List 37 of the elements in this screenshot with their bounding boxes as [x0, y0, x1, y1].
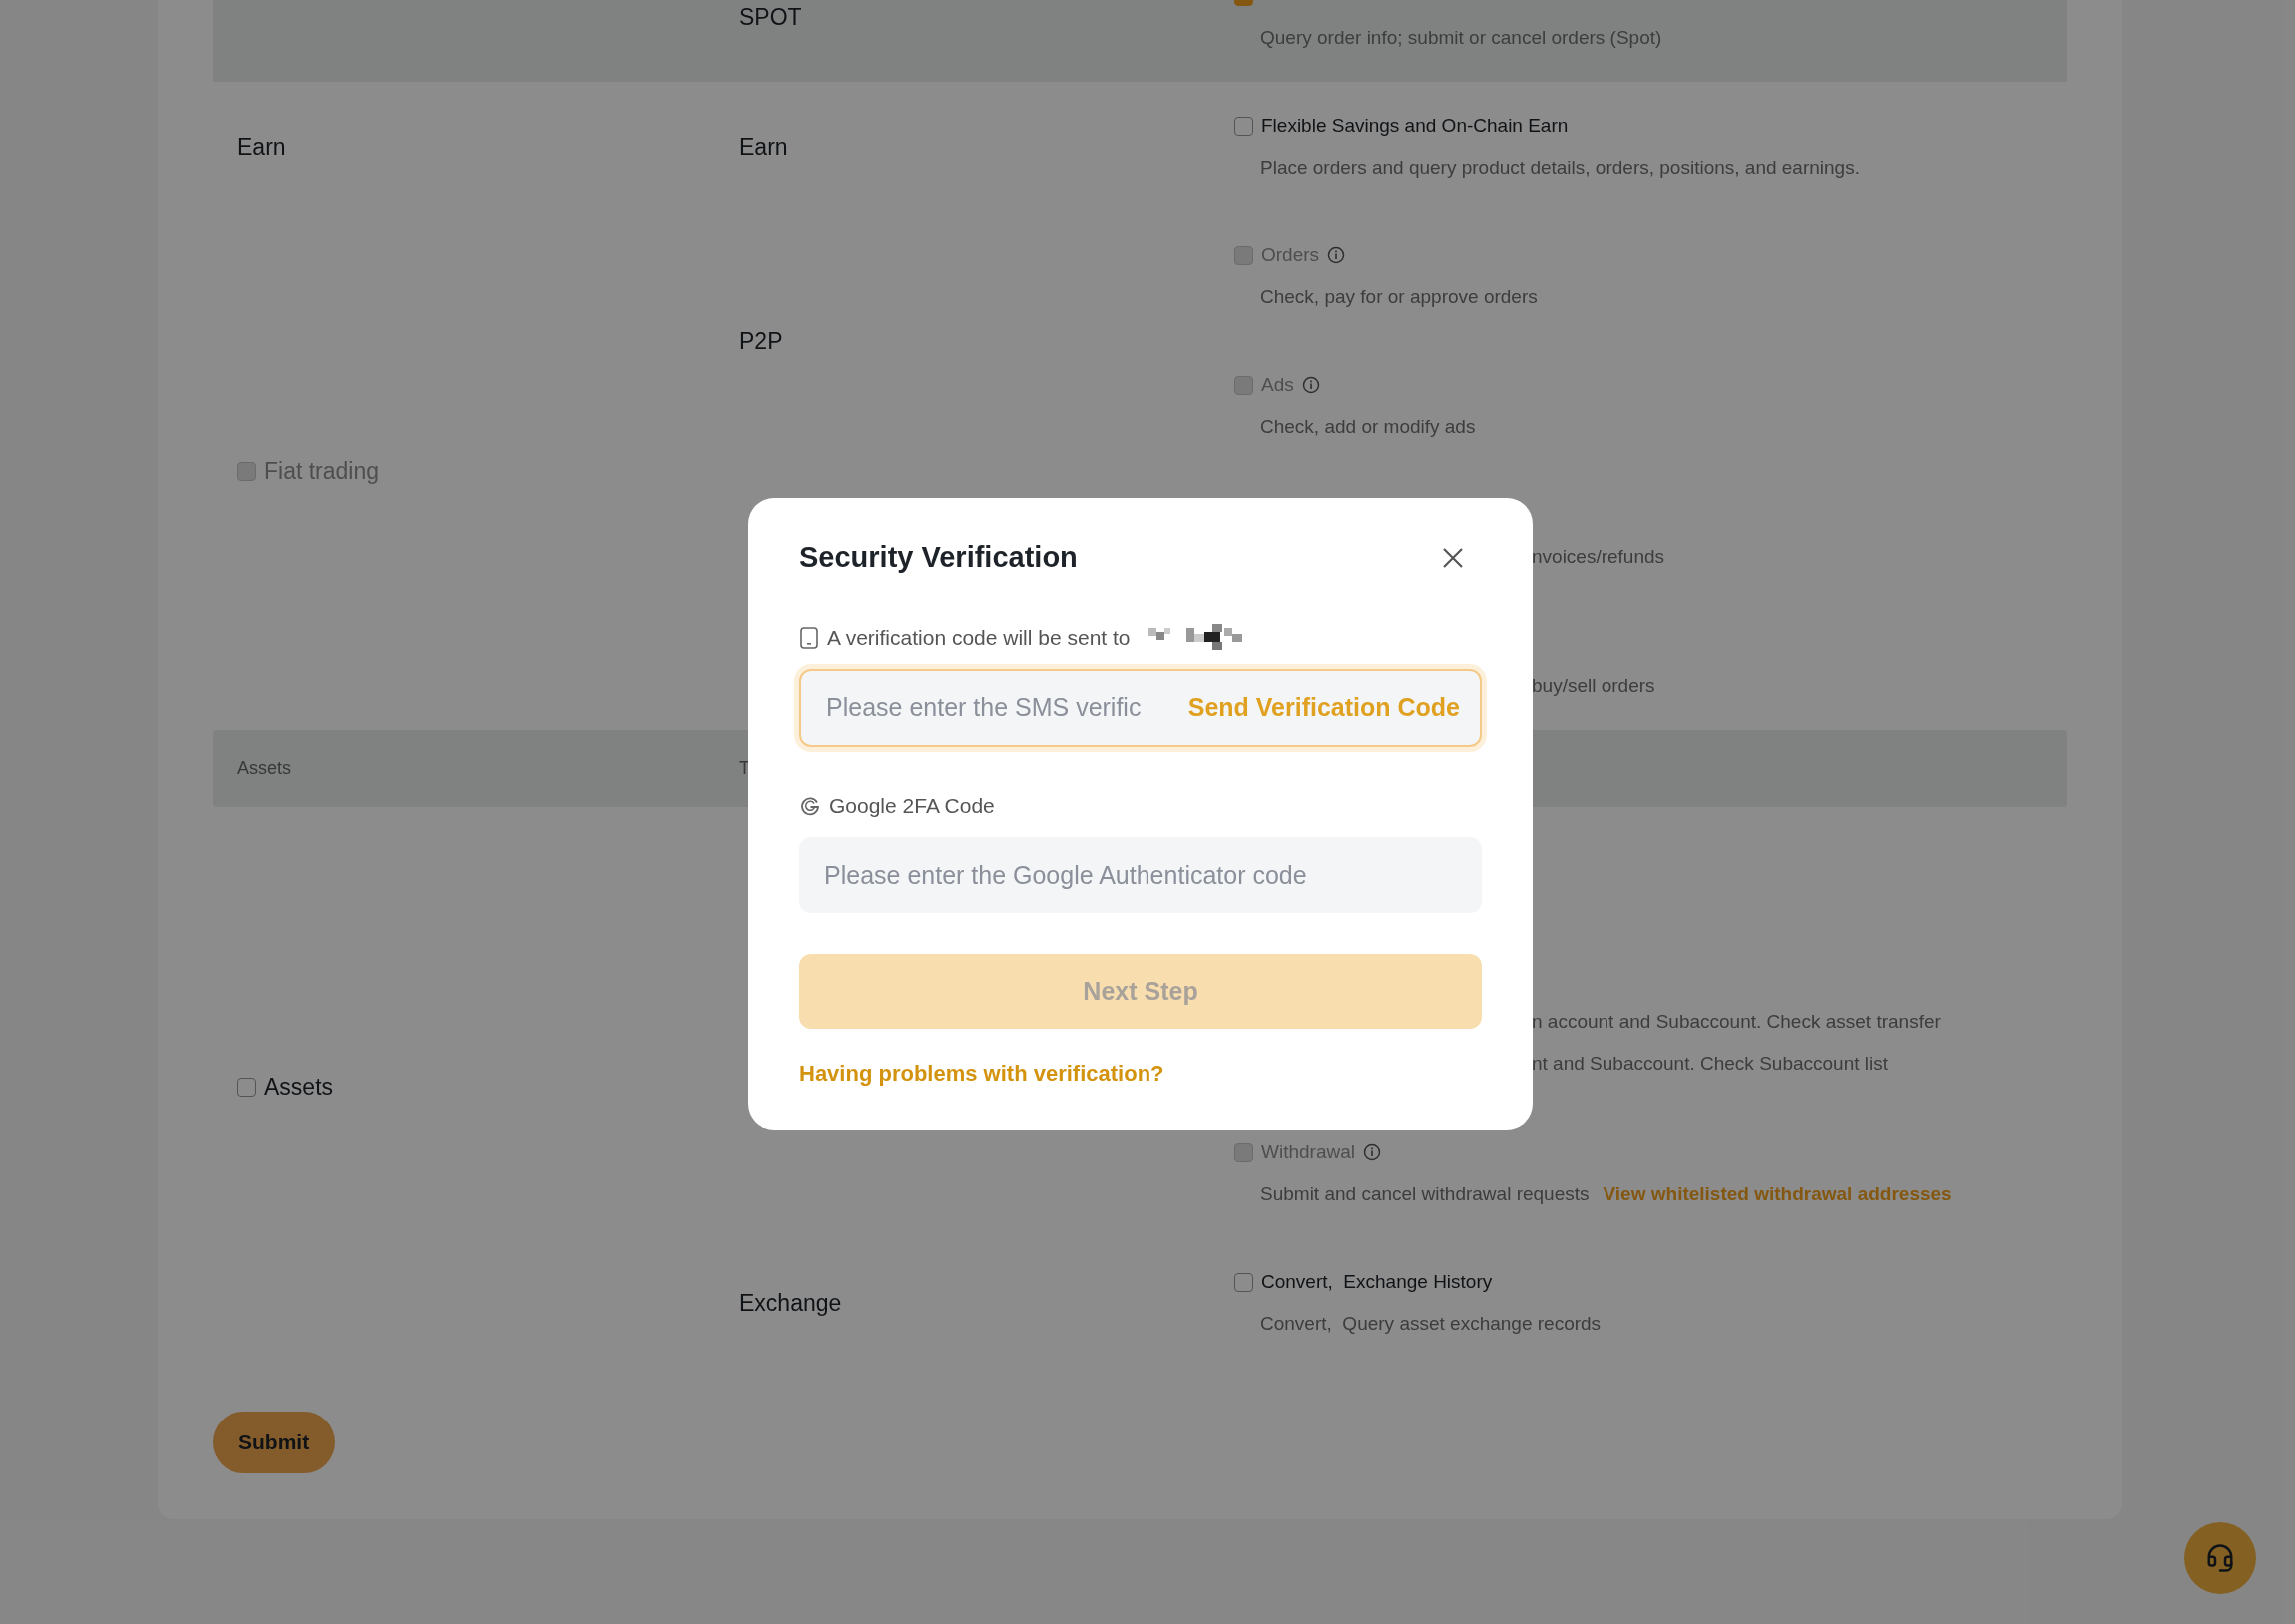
- category-label: Fiat trading: [264, 456, 380, 486]
- permission-label: Ads: [1261, 372, 1294, 397]
- permission-description: Place orders and query product details, orders, positions, and earnings.: [1260, 155, 1860, 180]
- phone-icon: [799, 627, 819, 649]
- product-name: P2P: [739, 326, 783, 356]
- checkbox[interactable]: [1234, 1272, 1253, 1292]
- permission-description: buy/sell orders: [1532, 674, 1655, 698]
- checkbox[interactable]: [1234, 116, 1253, 136]
- submit-button[interactable]: Submit: [213, 1412, 336, 1473]
- category-label: Earn: [237, 132, 286, 162]
- authenticator-code-field[interactable]: Please enter the Google Authenticator code: [799, 837, 1482, 913]
- permission-description: nt and Subaccount. Check Subaccount list: [1532, 1052, 1888, 1076]
- permission-description: nvoices/refunds: [1532, 545, 1665, 569]
- permission-label: Convert, Exchange History: [1261, 1269, 1493, 1294]
- permission-description: Check, pay for or approve orders: [1260, 284, 1538, 309]
- permission-description: Query order info; submit or cancel orders (Spot): [1260, 25, 1662, 50]
- permission-description: Submit and cancel withdrawal requests: [1260, 1181, 1590, 1206]
- permission-description: Convert, Query asset exchange records: [1260, 1311, 1602, 1336]
- permission-description: Check, add or modify ads: [1260, 414, 1476, 439]
- permission-label: Flexible Savings and On-Chain Earn: [1261, 113, 1569, 138]
- send-code-button[interactable]: Send Verification Code: [1187, 689, 1460, 727]
- permission-description: n account and Subaccount. Check asset transfer: [1532, 1011, 1941, 1034]
- checkbox[interactable]: [237, 1077, 256, 1097]
- sms-label: A verification code will be sent to: [827, 625, 1131, 652]
- product-name: Exchange: [739, 1288, 842, 1318]
- product-name: SPOT: [739, 2, 802, 32]
- product-name: Earn: [739, 132, 788, 162]
- google-icon: [799, 795, 821, 817]
- permission-label: Orders: [1261, 242, 1320, 267]
- verification-help-link[interactable]: Having problems with verification?: [799, 1057, 1482, 1090]
- column-header: Assets: [236, 757, 293, 780]
- category-label: Assets: [264, 1072, 334, 1102]
- google-2fa-label: Google 2FA Code: [829, 793, 995, 820]
- permission-label: Withdrawal: [1261, 1139, 1355, 1164]
- dialog-title: Security Verification: [799, 540, 1078, 576]
- close-icon[interactable]: [1442, 547, 1464, 569]
- headset-icon: [2205, 1543, 2235, 1573]
